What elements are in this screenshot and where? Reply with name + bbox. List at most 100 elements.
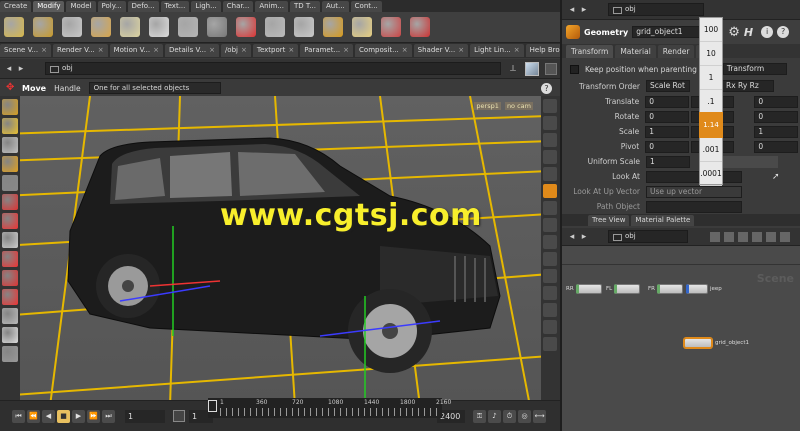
shelf-tab-poly[interactable]: Poly... [97, 0, 126, 12]
gear-icon[interactable]: ⚙ [728, 25, 740, 40]
range-icon[interactable]: ⟷ [533, 409, 546, 423]
viewport-tool-icon[interactable] [2, 99, 18, 115]
display-option-icon[interactable] [543, 99, 557, 113]
node-rr[interactable]: RR [566, 284, 602, 294]
fracture-icon[interactable] [265, 17, 285, 37]
shelf-tab-aut[interactable]: Aut... [322, 0, 349, 12]
pane-tab-paramet[interactable]: Paramet... × [300, 44, 354, 57]
forward-arrow-icon[interactable]: ▸ [578, 4, 590, 16]
node-name-field[interactable]: grid_object1 [632, 26, 703, 38]
no-entry-icon[interactable] [236, 17, 256, 37]
param-value-field[interactable]: 1 [646, 155, 690, 168]
viewport-tool-icon[interactable] [2, 346, 18, 362]
param-value-field[interactable]: 0 [754, 140, 798, 153]
param-value-field[interactable]: Use up vector [646, 185, 742, 198]
frame-marker[interactable] [208, 400, 217, 412]
param-tab-transform[interactable]: Transform [566, 44, 614, 58]
key-icon[interactable]: ⚿ [473, 409, 486, 423]
display-option-icon[interactable] [543, 167, 557, 181]
viewport-tool-icon[interactable] [2, 194, 18, 210]
plus-icon[interactable] [410, 17, 430, 37]
move-tool-icon[interactable]: ✥ [6, 82, 18, 94]
shelf-tab-model[interactable]: Model [66, 0, 96, 12]
viewport-tool-icon[interactable] [2, 327, 18, 343]
camera-hud[interactable]: persp1 no cam [474, 102, 533, 112]
stop-button[interactable]: ■ [57, 409, 70, 423]
rotate-order-dropdown[interactable]: Rx Ry Rz [722, 80, 774, 92]
display-option-icon[interactable] [543, 252, 557, 266]
close-icon[interactable]: × [241, 46, 247, 54]
twist-icon[interactable] [294, 17, 314, 37]
pane-tab-composit[interactable]: Composit... × [355, 44, 412, 57]
param-tab-render[interactable]: Render [657, 44, 695, 58]
collapse-icon[interactable] [545, 62, 557, 75]
ladder-step[interactable]: 100 [700, 18, 722, 42]
param-value-field[interactable]: 1 [754, 125, 798, 138]
tab-material-palette[interactable]: Material Palette [631, 214, 695, 226]
color-icon[interactable] [780, 231, 790, 242]
globe-icon[interactable]: ◎ [518, 409, 531, 423]
display-option-icon[interactable] [543, 201, 557, 215]
lasso-icon[interactable] [120, 17, 140, 37]
jump-start-button[interactable]: ⏮ [12, 409, 25, 423]
viewport-cube-icon[interactable] [525, 61, 539, 76]
ladder-step[interactable]: .1 [700, 90, 722, 114]
display-option-icon[interactable] [543, 184, 557, 198]
pane-tab-light-lin[interactable]: Light Lin... × [470, 44, 524, 57]
pane-tab-render-v[interactable]: Render V... × [53, 44, 108, 57]
spheres-icon[interactable] [4, 17, 24, 37]
display-option-icon[interactable] [543, 303, 557, 317]
display-option-icon[interactable] [543, 320, 557, 334]
list-icon[interactable] [710, 231, 720, 242]
help-h-icon[interactable]: H [744, 26, 753, 39]
align-icon[interactable] [738, 231, 748, 242]
viewport-tool-icon[interactable] [2, 156, 18, 172]
viewport-tool-icon[interactable] [2, 232, 18, 248]
value-ladder-popup[interactable]: 100101.1.01.001.0001 [699, 17, 723, 186]
display-option-icon[interactable] [543, 218, 557, 232]
pane-tab-scene-v[interactable]: Scene V... × [0, 44, 52, 57]
display-option-icon[interactable] [543, 116, 557, 130]
frame-range-toggle[interactable] [173, 410, 185, 422]
jump-end-button[interactable]: ⏭ [102, 409, 115, 423]
pane-tab-obj[interactable]: /obj × [220, 44, 251, 57]
back-arrow-icon[interactable]: ◂ [3, 63, 15, 75]
help-icon[interactable]: ? [541, 83, 552, 94]
shelf-tab-cont[interactable]: Cont... [350, 0, 382, 12]
forward-arrow-icon[interactable]: ▸ [578, 231, 590, 243]
ladder-step[interactable]: 1 [700, 66, 722, 90]
shelf-tab-anim[interactable]: Anim... [255, 0, 288, 12]
scene-viewport[interactable]: persp1 no cam [20, 96, 541, 400]
keep-position-checkbox[interactable] [570, 64, 579, 74]
param-value-field[interactable]: 0 [754, 110, 798, 123]
pane-tab-details-v[interactable]: Details V... × [165, 44, 219, 57]
display-option-icon[interactable] [543, 150, 557, 164]
back-arrow-icon[interactable]: ◂ [566, 4, 578, 16]
viewport-tool-icon[interactable] [2, 118, 18, 134]
shelf-tab-char[interactable]: Char... [222, 0, 254, 12]
close-icon[interactable]: × [402, 46, 408, 54]
bone-icon[interactable] [91, 17, 111, 37]
network-path-field[interactable]: obj [608, 230, 688, 243]
display-option-icon[interactable] [543, 133, 557, 147]
grid-cube-icon[interactable] [62, 17, 82, 37]
viewport-tool-icon[interactable] [2, 308, 18, 324]
viewer-path-field[interactable]: obj [45, 62, 501, 75]
audio-icon[interactable]: ♪ [488, 409, 501, 423]
ladder-step[interactable]: .0001 [700, 162, 722, 186]
ladder-highlight[interactable]: 1.14 [699, 112, 723, 138]
pane-tab-motion-v[interactable]: Motion V... × [109, 44, 164, 57]
step-forward-button[interactable]: ⏩ [87, 409, 100, 423]
play-button[interactable]: ▶ [72, 409, 85, 423]
partial-transform-dropdown[interactable]: Transform [722, 63, 787, 75]
node-grid-object1[interactable]: grid_object1 [684, 338, 749, 348]
grid-icon[interactable] [724, 231, 734, 242]
close-icon[interactable]: × [153, 46, 159, 54]
tab-tree-view[interactable]: Tree View [588, 214, 630, 226]
snap-icon[interactable] [766, 231, 776, 242]
current-frame-field[interactable]: 1 [125, 409, 165, 423]
close-icon[interactable]: × [514, 46, 520, 54]
timeline-ruler[interactable]: 1 360 720 1080 1440 1800 2160 [208, 398, 451, 418]
close-icon[interactable]: × [458, 46, 464, 54]
param-value-field[interactable]: 0 [754, 95, 798, 108]
